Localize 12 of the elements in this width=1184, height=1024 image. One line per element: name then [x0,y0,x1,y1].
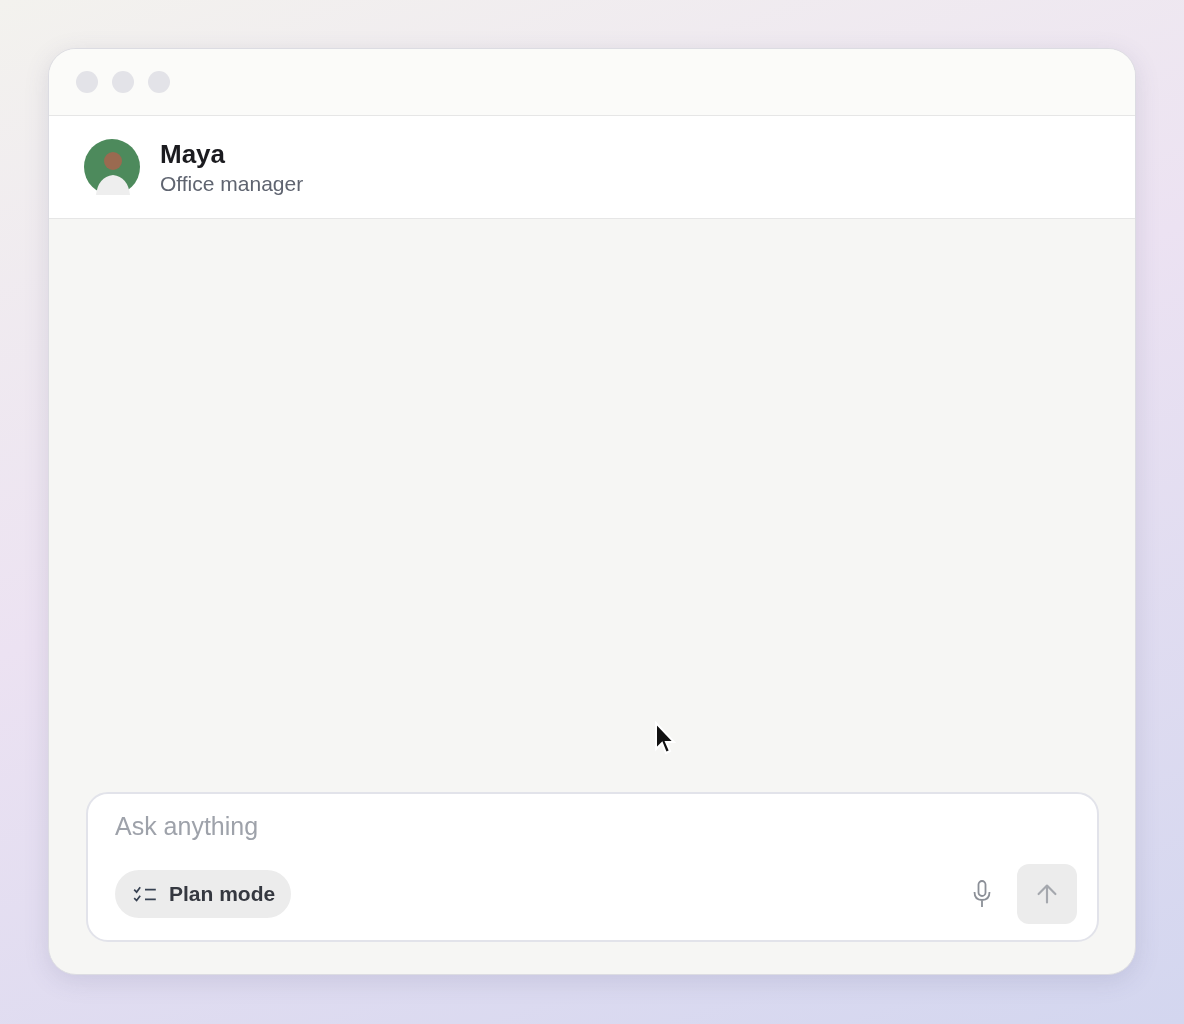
pointer-cursor-icon [654,721,678,757]
window-control-icon[interactable] [76,71,98,93]
window-control-icon[interactable] [112,71,134,93]
plan-mode-button[interactable]: Plan mode [115,870,292,918]
checklist-icon [133,885,157,903]
message-input[interactable]: Ask anything [115,812,1077,841]
microphone-icon[interactable] [972,880,992,908]
avatar-icon [84,139,140,195]
contact-name: Maya [160,138,227,170]
window-control-icon[interactable] [148,71,170,93]
arrow-up-icon [1035,882,1059,906]
contact-role: Office manager [160,171,304,196]
